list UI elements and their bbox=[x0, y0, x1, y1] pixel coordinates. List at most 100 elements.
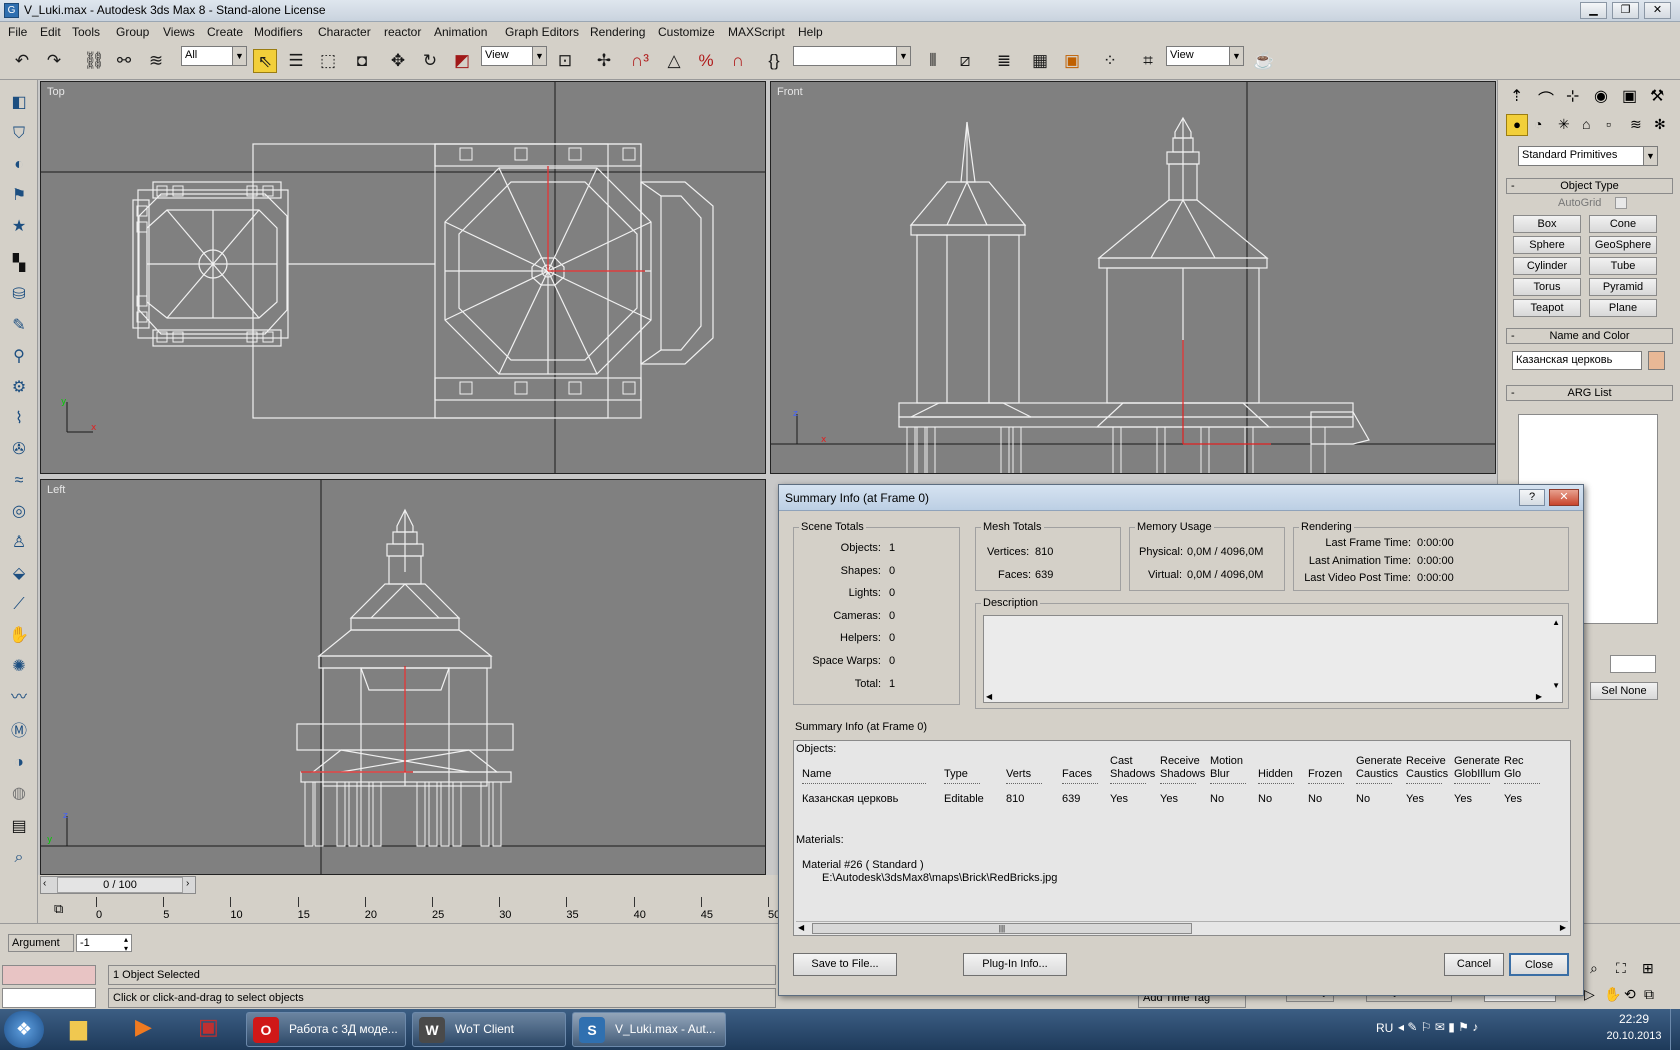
time-slider[interactable]: ‹ 0 / 100 › bbox=[40, 876, 196, 894]
cylinder-icon[interactable]: ⛁ bbox=[7, 283, 31, 307]
ref-coord-dropdown[interactable]: View ▼ bbox=[481, 46, 547, 66]
teapot-button[interactable]: Teapot bbox=[1513, 299, 1581, 317]
menu-reactor[interactable]: reactor bbox=[384, 25, 421, 39]
spinner-icon[interactable]: ▴ ▾ bbox=[124, 935, 128, 953]
menu-file[interactable]: File bbox=[8, 25, 27, 39]
manipulate-icon[interactable]: ✢ bbox=[592, 49, 616, 73]
chevron-right-icon[interactable]: › bbox=[186, 878, 189, 889]
cancel-button[interactable]: Cancel bbox=[1444, 953, 1504, 976]
save-to-file-button[interactable]: Save to File... bbox=[793, 953, 897, 976]
scrollbar-thumb[interactable]: ||| bbox=[812, 923, 1192, 934]
sphere-icon[interactable]: ◐ bbox=[7, 153, 31, 177]
track-bar-icon[interactable]: ⧉ bbox=[54, 901, 63, 917]
modify-tab-icon[interactable]: ⌒ bbox=[1538, 86, 1554, 110]
rect-selection-icon[interactable]: ⬚ bbox=[316, 49, 340, 73]
snap-toggle-icon[interactable]: ∩³ bbox=[628, 49, 652, 73]
bone-icon[interactable]: ⟋ bbox=[7, 593, 31, 617]
cylinder-button[interactable]: Cylinder bbox=[1513, 257, 1581, 275]
time-slider-label[interactable]: 0 / 100 bbox=[57, 877, 183, 893]
select-object-icon[interactable]: ⇖ bbox=[253, 49, 277, 73]
gear-icon[interactable]: ⚙ bbox=[7, 376, 31, 400]
object-name-input[interactable]: Казанская церковь bbox=[1512, 351, 1642, 370]
scroll-up-icon[interactable]: ▲ bbox=[1552, 618, 1560, 627]
clock-time[interactable]: 22:29 bbox=[1608, 1012, 1660, 1026]
bind-spacewarp-icon[interactable]: ≋ bbox=[144, 49, 168, 73]
fov-icon[interactable]: ▷ bbox=[1584, 986, 1595, 1003]
viewport-left[interactable]: Left z y bbox=[40, 479, 766, 875]
language-indicator[interactable]: RU bbox=[1376, 1021, 1393, 1035]
zoom-icon[interactable]: ⌕ bbox=[1590, 960, 1598, 977]
help-button[interactable]: ? bbox=[1519, 489, 1545, 506]
maxscript-mini-listener[interactable] bbox=[2, 965, 96, 985]
name-color-rollout[interactable]: - Name and Color bbox=[1506, 328, 1673, 344]
torus-button[interactable]: Torus bbox=[1513, 278, 1581, 296]
rotate-icon[interactable]: ↻ bbox=[418, 49, 442, 73]
curve-editor-icon[interactable]: ▦ bbox=[1028, 49, 1052, 73]
redo-icon[interactable]: ↷ bbox=[42, 49, 66, 73]
sphere-button[interactable]: Sphere bbox=[1513, 236, 1581, 254]
maximize-button[interactable]: ❐ bbox=[1612, 2, 1639, 19]
cone-button[interactable]: Cone bbox=[1589, 215, 1657, 233]
render-view-dropdown[interactable]: View ▼ bbox=[1166, 46, 1244, 66]
torus-icon[interactable]: ◎ bbox=[7, 500, 31, 524]
chevron-left-icon[interactable]: ‹ bbox=[43, 878, 46, 889]
edit-named-sel-icon[interactable]: {} bbox=[762, 49, 786, 73]
description-textarea[interactable]: ▲ ▼ ◀ ▶ bbox=[983, 615, 1563, 703]
menu-customize[interactable]: Customize bbox=[658, 25, 715, 39]
menu-group[interactable]: Group bbox=[116, 25, 149, 39]
cube-icon[interactable]: ⬙ bbox=[7, 562, 31, 586]
horizontal-scrollbar[interactable]: ◀ ||| ▶ bbox=[796, 921, 1568, 935]
menu-help[interactable]: Help bbox=[798, 25, 823, 39]
close-window-button[interactable]: ✕ bbox=[1644, 2, 1671, 19]
zoom-extents-icon[interactable]: ⛶ bbox=[1616, 960, 1626, 977]
cloth-icon[interactable]: ⛉ bbox=[7, 122, 31, 146]
dialog-close-x[interactable]: ✕ bbox=[1549, 489, 1579, 506]
mirror-icon[interactable]: ⫴ bbox=[921, 49, 945, 73]
explorer-icon[interactable]: ▆ bbox=[70, 1015, 87, 1041]
plane-button[interactable]: Plane bbox=[1589, 299, 1657, 317]
shapes-category-icon[interactable]: ◔ bbox=[1534, 116, 1542, 132]
pin-icon[interactable]: ⚲ bbox=[7, 345, 31, 369]
menu-animation[interactable]: Animation bbox=[434, 25, 487, 39]
media-player-icon[interactable]: ▶ bbox=[135, 1014, 152, 1040]
menu-graph-editors[interactable]: Graph Editors bbox=[505, 25, 579, 39]
menu-character[interactable]: Character bbox=[318, 25, 371, 39]
plugin-info-button[interactable]: Plug-In Info... bbox=[963, 953, 1067, 976]
move-icon[interactable]: ✥ bbox=[386, 49, 410, 73]
layer-manager-icon[interactable]: ≣ bbox=[992, 49, 1016, 73]
hand-icon[interactable]: ✋ bbox=[7, 624, 31, 648]
listener-icon[interactable]: ▤ bbox=[7, 815, 31, 839]
pyramid-button[interactable]: Pyramid bbox=[1589, 278, 1657, 296]
menu-modifiers[interactable]: Modifiers bbox=[254, 25, 303, 39]
spring-icon[interactable]: ⌇ bbox=[7, 407, 31, 431]
pivot-center-icon[interactable]: ⊡ bbox=[553, 49, 577, 73]
task-wot[interactable]: W WoT Client bbox=[412, 1012, 566, 1047]
zoom-icon[interactable]: ⌕ bbox=[7, 846, 31, 870]
menu-rendering[interactable]: Rendering bbox=[590, 25, 645, 39]
star-icon[interactable]: ★ bbox=[7, 215, 31, 239]
globe-icon[interactable]: ◑ bbox=[7, 751, 31, 775]
pan-hand-icon[interactable]: ✋ bbox=[1604, 986, 1621, 1003]
task-3dsmax[interactable]: S V_Luki.max - Aut... bbox=[572, 1012, 726, 1047]
fan-icon[interactable]: ✇ bbox=[7, 438, 31, 462]
track-bar[interactable]: 0 5 10 15 20 25 30 35 40 45 50 ⧉ bbox=[38, 897, 780, 923]
scroll-left-icon[interactable]: ◀ bbox=[986, 692, 992, 701]
systems-category-icon[interactable]: ✻ bbox=[1654, 116, 1666, 133]
render-scene-icon[interactable]: ⌗ bbox=[1136, 49, 1160, 73]
scroll-left-icon[interactable]: ◀ bbox=[798, 923, 804, 932]
unlink-icon[interactable]: ⚯ bbox=[112, 49, 136, 73]
task-opera[interactable]: O Работа с 3Д моде... bbox=[246, 1012, 406, 1047]
schematic-view-icon[interactable]: ▣ bbox=[1060, 49, 1084, 73]
display-tab-icon[interactable]: ▣ bbox=[1622, 86, 1637, 106]
undo-icon[interactable]: ↶ bbox=[10, 49, 34, 73]
wheel-icon[interactable]: ✺ bbox=[7, 655, 31, 679]
maxscript-icon[interactable]: Ⓜ bbox=[7, 720, 31, 744]
menu-edit[interactable]: Edit bbox=[40, 25, 61, 39]
save-disk-icon[interactable]: ▣ bbox=[198, 1014, 219, 1040]
scroll-right-icon[interactable]: ▶ bbox=[1536, 692, 1542, 701]
orbit-icon[interactable]: ⟲ bbox=[1624, 986, 1636, 1003]
object-color-swatch[interactable] bbox=[1648, 351, 1665, 370]
pencil-icon[interactable]: ✎ bbox=[7, 314, 31, 338]
biped-icon[interactable]: ♙ bbox=[7, 531, 31, 555]
viewport-front[interactable]: Front z x bbox=[770, 81, 1496, 474]
